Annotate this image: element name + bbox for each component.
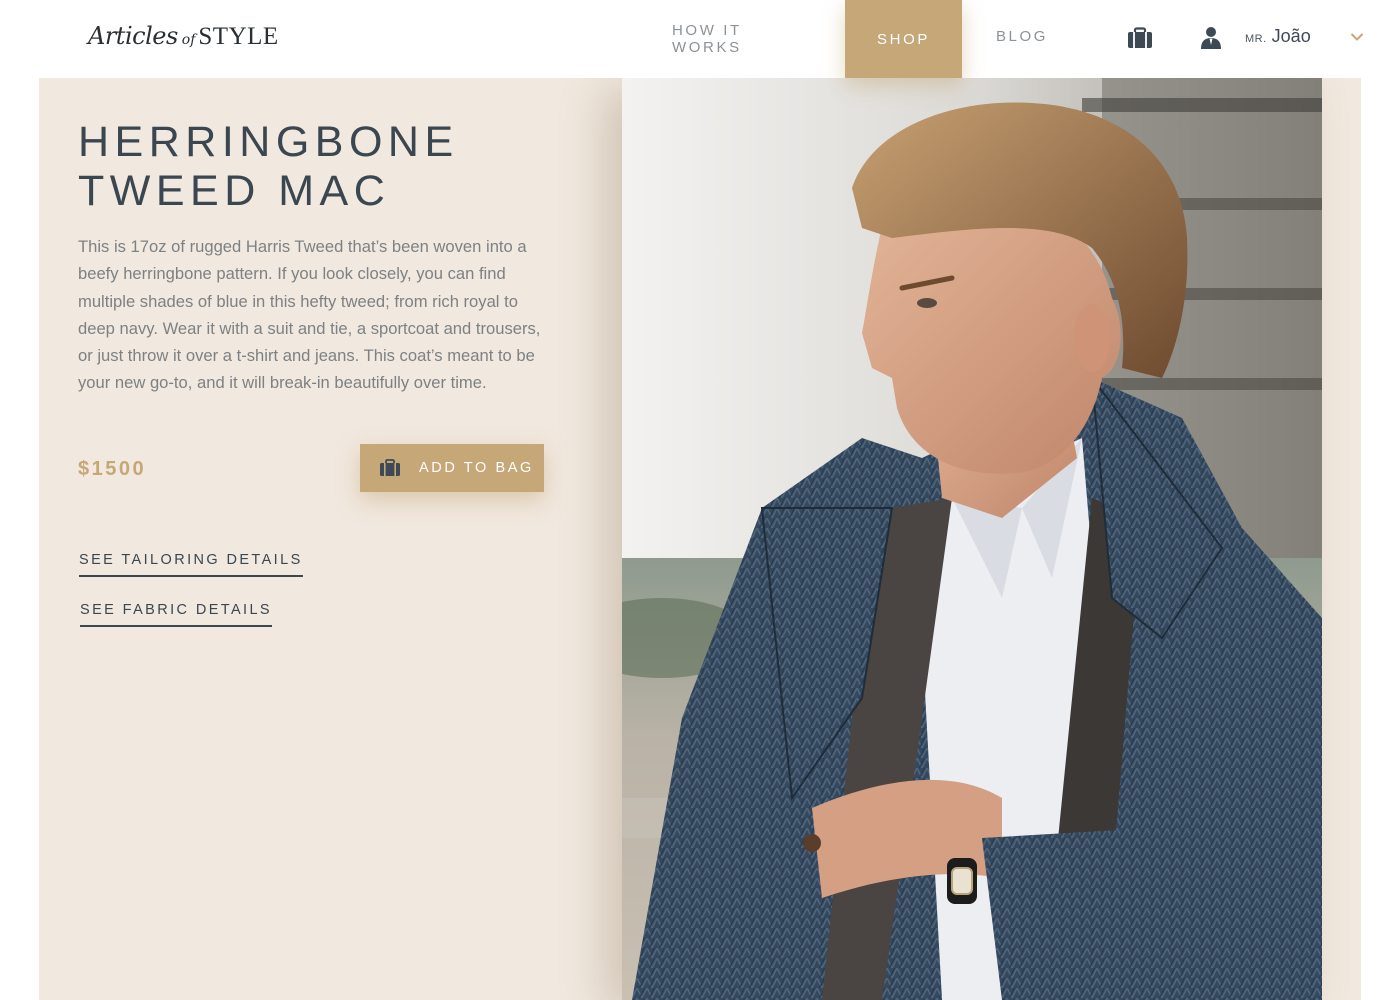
product-price: $1500 <box>78 458 147 480</box>
user-name: João <box>1271 26 1311 46</box>
logo-of-text: of <box>181 32 196 48</box>
briefcase-icon[interactable] <box>1126 24 1154 52</box>
product-title: HERRINGBONE TWEED MAC <box>78 118 558 216</box>
nav-shop[interactable]: SHOP <box>845 0 962 78</box>
product-title-line2: TWEED MAC <box>78 167 391 215</box>
add-to-bag-button[interactable]: ADD TO BAG <box>360 444 544 492</box>
briefcase-icon <box>379 459 401 477</box>
product-photo <box>622 78 1322 1000</box>
fabric-details-link[interactable]: SEE FABRIC DETAILS <box>80 602 273 627</box>
site-header: Articles of STYLE HOW IT WORKS SHOP BLOG… <box>0 0 1400 78</box>
logo-caps-text: STYLE <box>198 23 279 50</box>
product-description: This is 17oz of rugged Harris Tweed that… <box>78 237 541 393</box>
product-title-line1: HERRINGBONE <box>78 118 459 166</box>
user-prefix: MR. <box>1245 33 1267 45</box>
brand-logo[interactable]: Articles of STYLE <box>88 22 279 54</box>
nav-blog[interactable]: BLOG <box>990 0 1054 75</box>
chevron-down-icon[interactable] <box>1346 26 1368 48</box>
logo-script-text: Articles <box>88 22 178 50</box>
user-icon[interactable] <box>1197 24 1225 52</box>
tailoring-details-link[interactable]: SEE TAILORING DETAILS <box>79 552 303 577</box>
add-to-bag-label: ADD TO BAG <box>419 460 534 476</box>
user-greeting[interactable]: MR. João <box>1245 26 1311 47</box>
nav-how-it-works[interactable]: HOW IT WORKS <box>672 0 812 78</box>
